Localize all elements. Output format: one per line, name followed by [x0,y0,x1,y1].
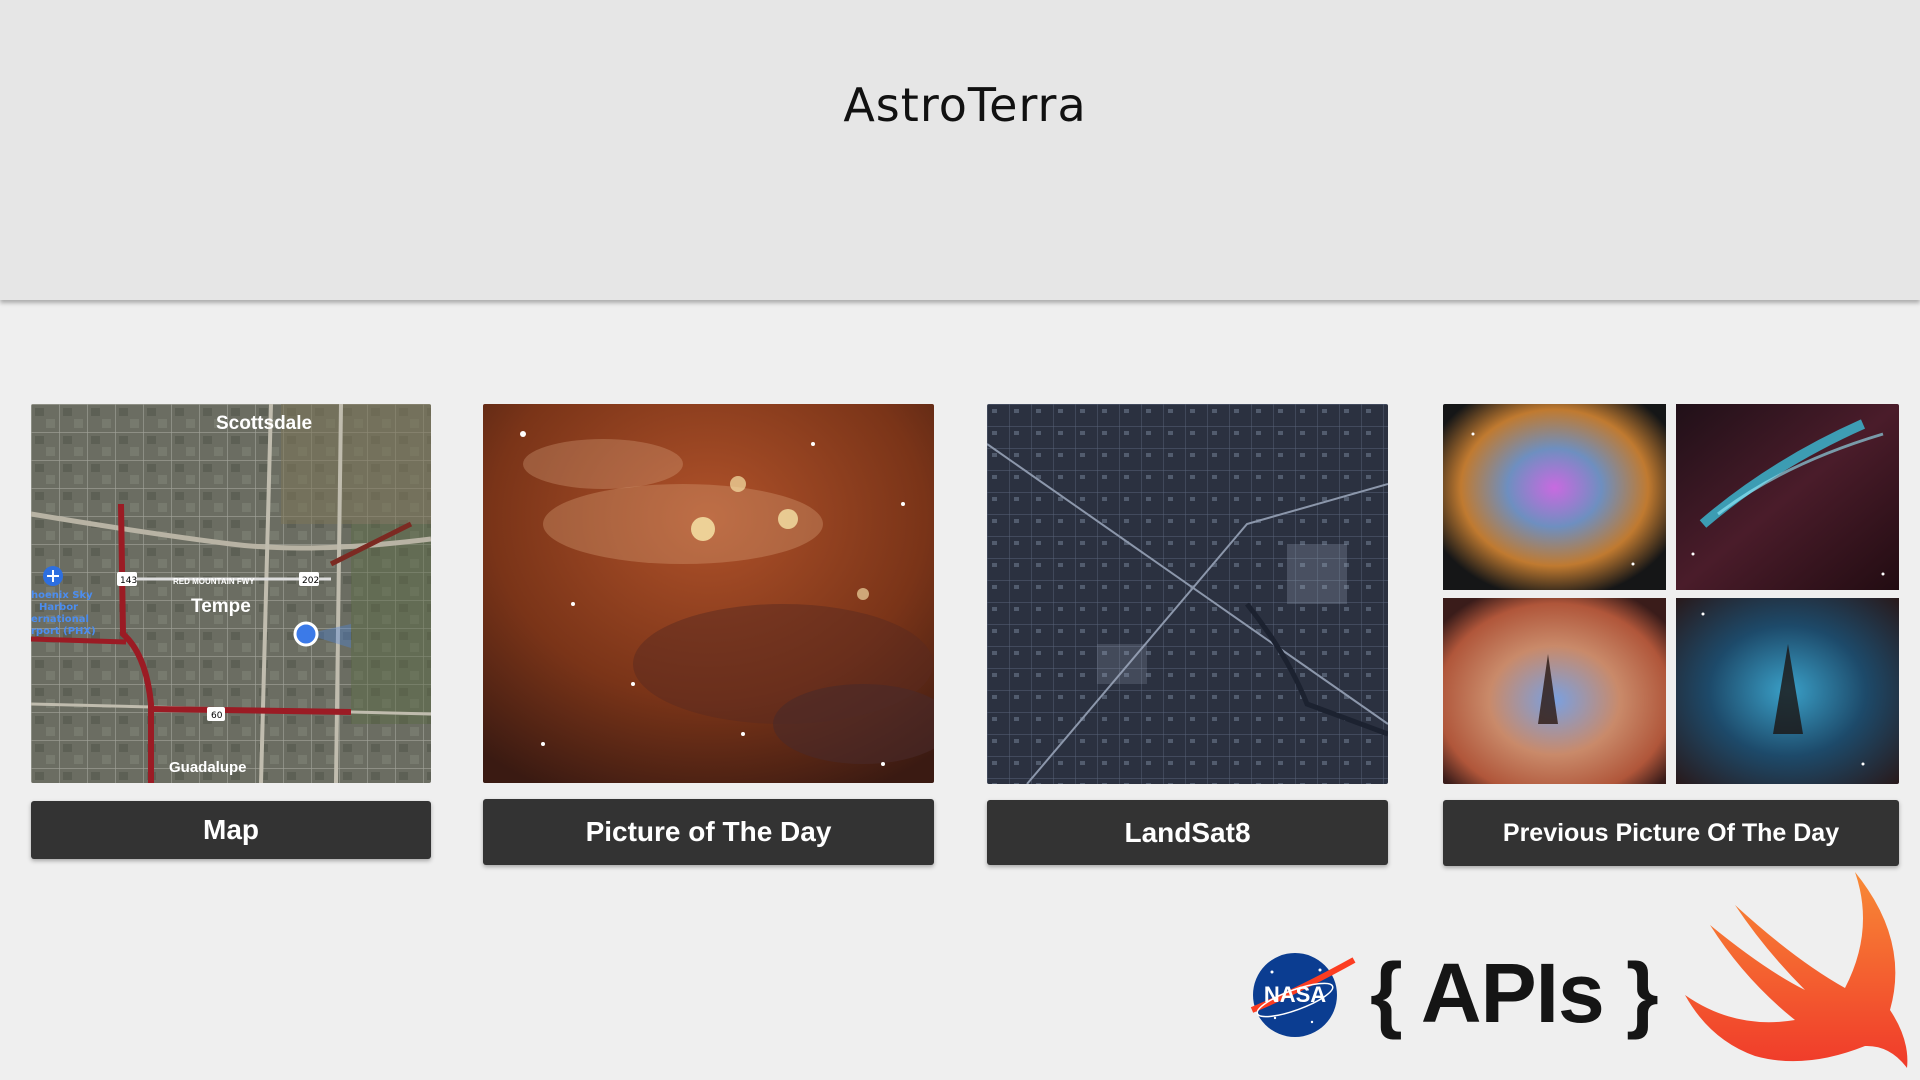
current-location-icon [293,621,319,647]
landsat8-thumbnail[interactable] [987,404,1388,784]
nasa-logo-text: NASA [1264,982,1326,1007]
landsat8-button[interactable]: LandSat8 [987,800,1388,865]
map-label-airport-1: hoenix Sky [31,590,93,601]
map-label-airport-4: rport (PHX) [31,626,96,637]
map-label-freeway: RED MOUNTAIN FWY [173,577,255,586]
map-label-airport-2: Harbor [39,602,78,613]
nasa-logo: NASA [1250,950,1356,1040]
map-button[interactable]: Map [31,801,431,859]
map-label-airport-3: ernational [31,614,89,625]
previous-picture-of-the-day-button[interactable]: Previous Picture Of The Day [1443,800,1899,866]
swift-bird-icon [1685,870,1920,1070]
map-thumbnail[interactable]: 143 202 60 Scottsdale RED MOUNTAIN FWY T… [31,404,431,783]
map-label-tempe: Tempe [191,596,251,617]
map-label-guadalupe: Guadalupe [169,759,247,776]
previous-pictures-collage[interactable] [1443,404,1899,784]
map-label-scottsdale: Scottsdale [216,413,312,434]
app-title: AstroTerra [843,78,1087,132]
route-202-label: 202 [302,576,319,586]
picture-of-the-day-thumbnail[interactable] [483,404,934,783]
app-header: AstroTerra [0,0,1920,300]
picture-of-the-day-button[interactable]: Picture of The Day [483,799,934,865]
apis-text: { APIs } [1370,946,1659,1040]
route-60-label: 60 [211,711,223,721]
route-143-label: 143 [120,576,137,586]
